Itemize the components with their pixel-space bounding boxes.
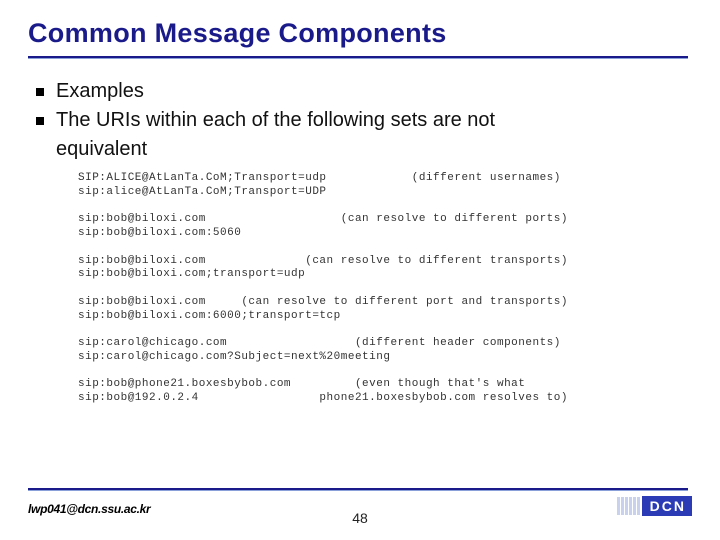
dcn-logo: DCN bbox=[617, 496, 692, 516]
bullet-text-cont: equivalent bbox=[36, 136, 676, 163]
bullet-list: Examples The URIs within each of the fol… bbox=[36, 78, 676, 163]
code-examples: SIP:ALICE@AtLanTa.CoM;Transport=udp (dif… bbox=[78, 172, 668, 406]
page-title: Common Message Components bbox=[28, 18, 447, 49]
bullet-icon bbox=[36, 88, 44, 96]
logo-bars-icon bbox=[617, 497, 640, 515]
page-number: 48 bbox=[0, 510, 720, 526]
list-item: The URIs within each of the following se… bbox=[36, 107, 676, 134]
bullet-icon bbox=[36, 117, 44, 125]
footer-divider bbox=[28, 488, 688, 490]
list-item: Examples bbox=[36, 78, 676, 105]
title-underline bbox=[28, 56, 688, 58]
slide: Common Message Components Examples The U… bbox=[0, 0, 720, 540]
bullet-text: The URIs within each of the following se… bbox=[56, 107, 495, 134]
logo-text: DCN bbox=[642, 496, 692, 516]
bullet-text: Examples bbox=[56, 78, 144, 105]
